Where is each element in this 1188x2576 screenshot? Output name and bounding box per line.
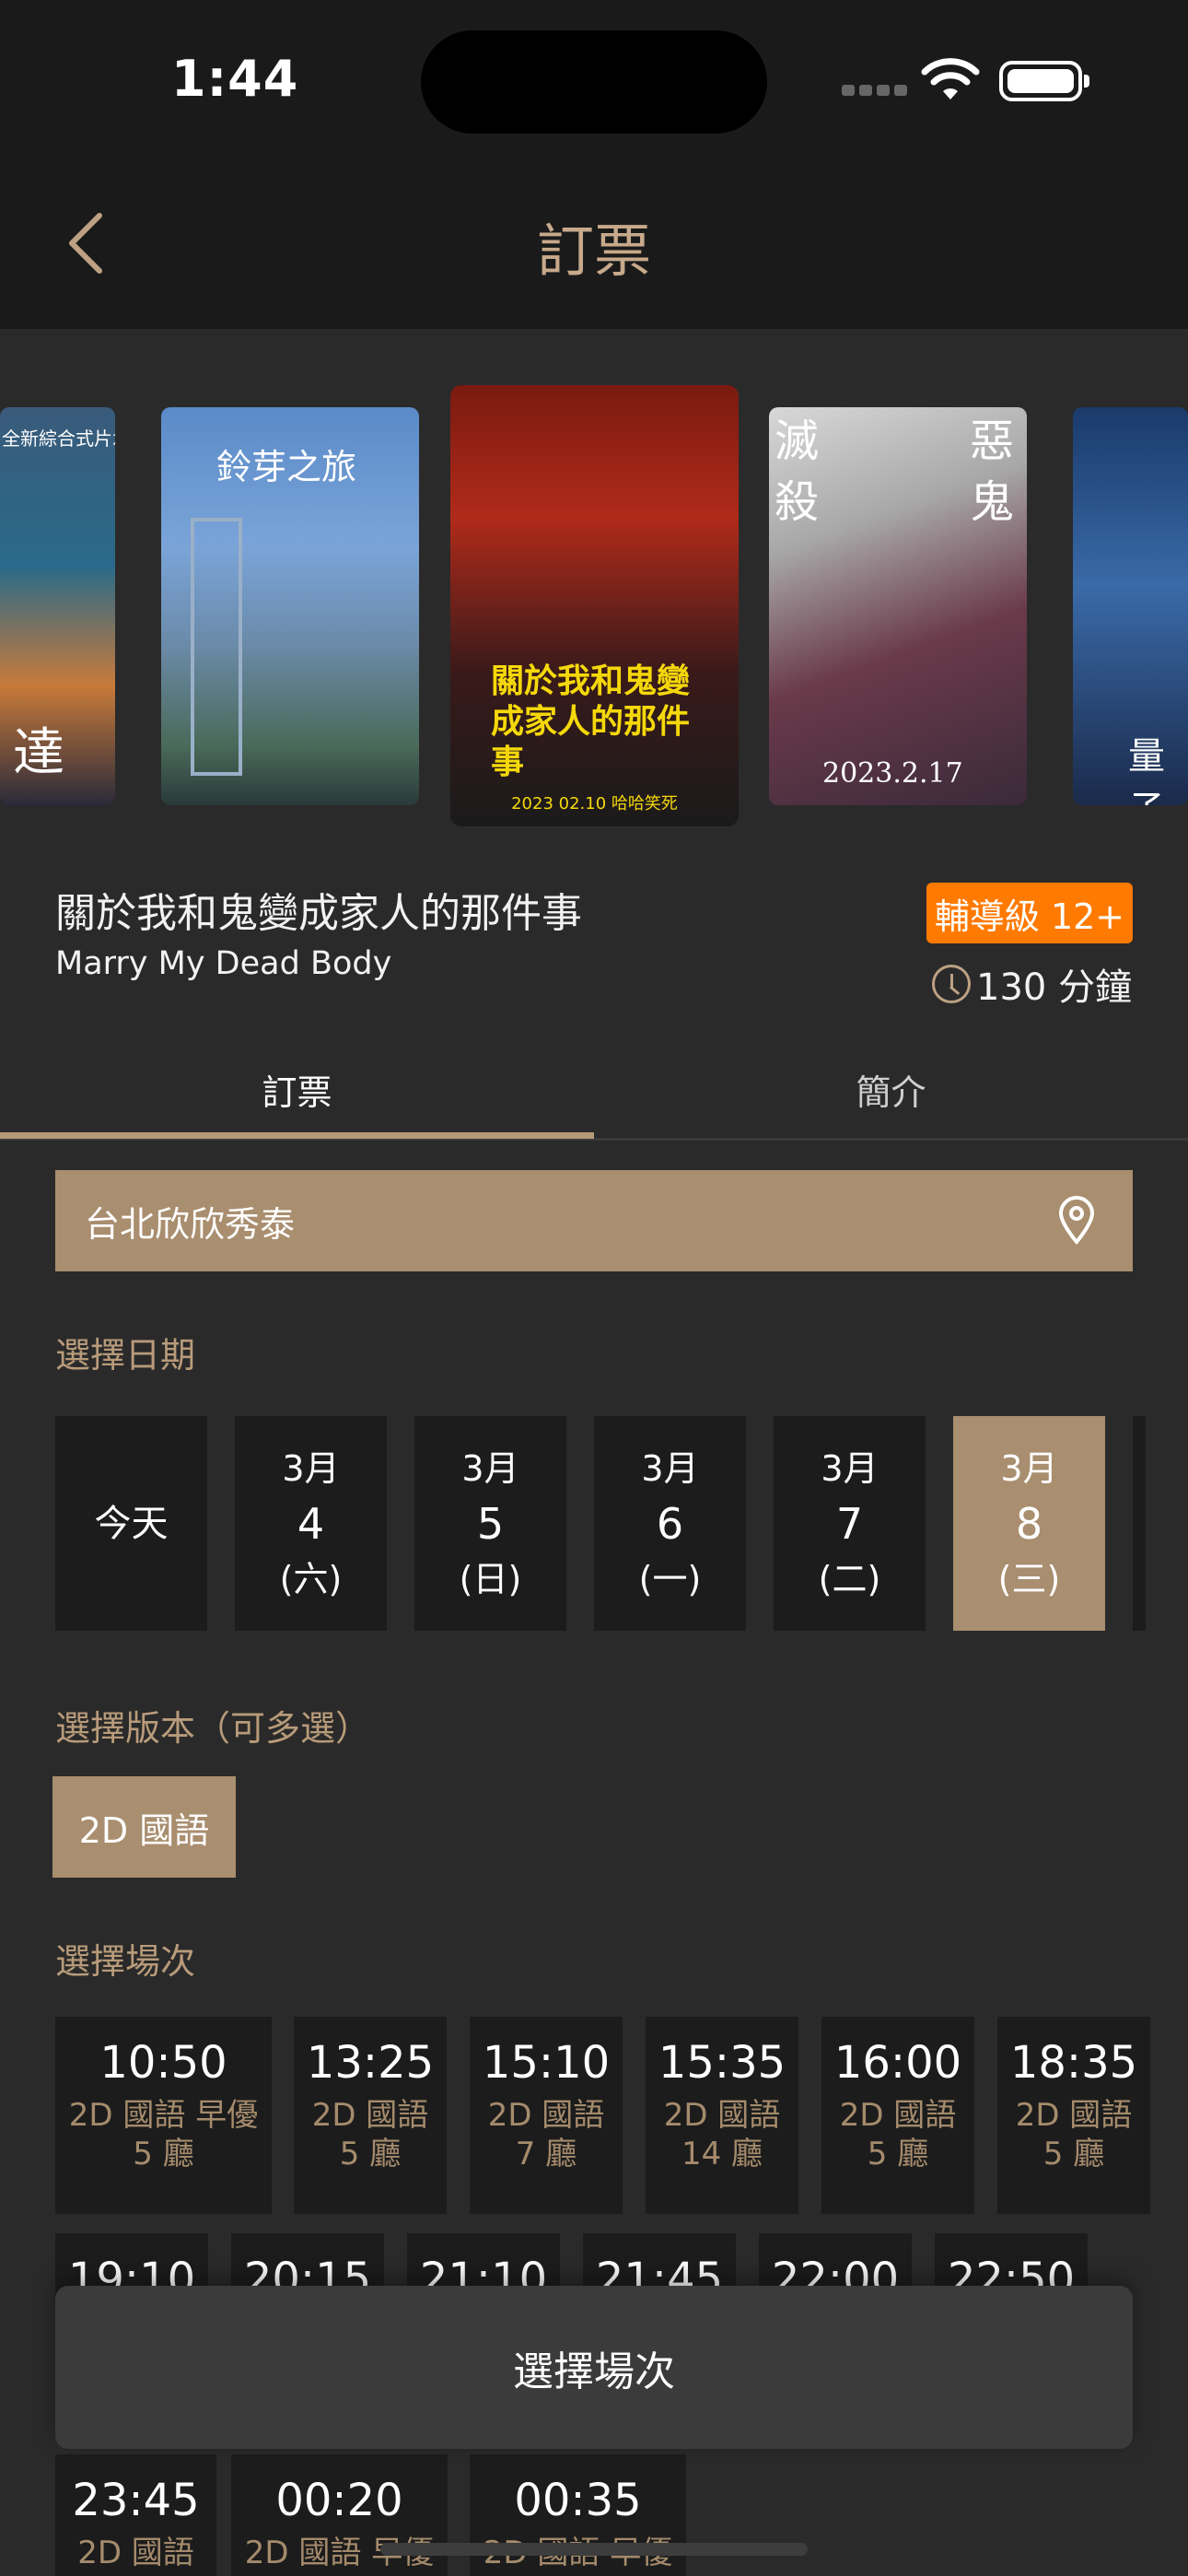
showtime-version: 2D 國語 (1015, 2097, 1133, 2134)
battery-icon (999, 61, 1089, 101)
home-indicator[interactable] (380, 2543, 808, 2556)
showtime-hall: 5 廳 (339, 2136, 402, 2172)
status-time: 1:44 (171, 50, 299, 108)
location-pin-icon[interactable] (1057, 1196, 1096, 1246)
date-option[interactable]: 3月 4 (六) (235, 1416, 387, 1631)
showtime-1535[interactable]: 15:35 2D 國語 14 廳 (646, 2017, 798, 2214)
wifi-icon (921, 58, 980, 100)
date-day: 7 (835, 1498, 864, 1549)
movie-duration: 130 分鐘 (932, 958, 1132, 1010)
section-date-label: 選擇日期 (55, 1335, 196, 1376)
date-day: 8 (1015, 1498, 1043, 1549)
poster-suzume-door (191, 518, 242, 776)
showtime-time: 10:50 (99, 2037, 227, 2089)
date-day: 6 (656, 1498, 684, 1549)
poster-avatar[interactable]: 全新綜合式片水世界 達 (0, 407, 115, 805)
showtime-hall: 5 廳 (867, 2136, 929, 2172)
showtime-time: 15:35 (658, 2037, 786, 2089)
date-today-label: 今天 (94, 1502, 169, 1545)
tab-indicator (0, 1132, 594, 1139)
date-weekday: (三) (997, 1558, 1061, 1599)
section-version-label: 選擇版本（可多選） (55, 1708, 371, 1749)
tab-booking[interactable]: 訂票 (0, 1041, 594, 1137)
poster-antman[interactable]: 量子 (1073, 407, 1188, 805)
showtime-time: 23:45 (72, 2475, 200, 2526)
cinema-selector[interactable]: 台北欣欣秀泰 (55, 1170, 1133, 1271)
showtime-2345[interactable]: 23:45 2D 國語 (55, 2454, 216, 2576)
poster-demon-slayer-right: 惡鬼 (970, 416, 1015, 528)
date-month: 3月 (461, 1447, 519, 1489)
date-weekday: (六) (279, 1558, 343, 1599)
showtime-version: 2D 國語 (487, 2097, 605, 2134)
date-option-clipped[interactable] (1133, 1416, 1146, 1631)
poster-avatar-title: 達 (13, 723, 64, 783)
poster-demon-slayer[interactable]: 滅殺 惡鬼 2023.2.17 (769, 407, 1027, 805)
movie-english-title: Marry My Dead Body (55, 945, 392, 982)
date-today[interactable]: 今天 (55, 1416, 207, 1631)
showtime-hall: 14 廳 (681, 2136, 763, 2172)
showtime-0035[interactable]: 00:35 2D 國語 早優 (470, 2454, 686, 2576)
date-month: 3月 (282, 1447, 340, 1489)
date-day: 4 (297, 1498, 325, 1549)
rating-badge: 輔導級 12+ (926, 883, 1133, 943)
movie-title: 關於我和鬼變成家人的那件事 (55, 890, 582, 937)
showtime-version: 2D 國語 (311, 2097, 429, 2134)
poster-suzume-title: 鈴芽之旅 (216, 447, 357, 487)
date-option[interactable]: 3月 7 (二) (774, 1416, 926, 1631)
date-option-selected[interactable]: 3月 8 (三) (953, 1416, 1105, 1631)
showtime-version: 2D 國語 (77, 2535, 194, 2571)
showtime-1510[interactable]: 15:10 2D 國語 7 廳 (470, 2017, 623, 2214)
section-showtime-label: 選擇場次 (55, 1941, 196, 1982)
poster-marry-my-dead-body[interactable]: 關於我和鬼變成家人的那件事 2023 02.10 哈哈笑死 (450, 385, 739, 826)
showtime-1600[interactable]: 16:00 2D 國語 5 廳 (821, 2017, 974, 2214)
showtime-hall: 5 廳 (133, 2136, 194, 2172)
showtime-hall: 7 廳 (515, 2136, 577, 2172)
showtime-0020[interactable]: 00:20 2D 國語 早優 (231, 2454, 448, 2576)
poster-main-date: 2023 02.10 哈哈笑死 (511, 794, 678, 814)
showtime-time: 18:35 (1009, 2037, 1138, 2089)
date-month: 3月 (1000, 1447, 1058, 1489)
select-showtime-button[interactable]: 選擇場次 (55, 2286, 1133, 2449)
date-option[interactable]: 3月 5 (日) (414, 1416, 566, 1631)
showtime-time: 13:25 (306, 2037, 435, 2089)
version-2d-mandarin[interactable]: 2D 國語 (52, 1776, 236, 1878)
clock-icon (932, 965, 971, 1003)
dynamic-island (421, 30, 767, 134)
tab-intro[interactable]: 簡介 (594, 1041, 1188, 1137)
date-option[interactable]: 3月 6 (一) (594, 1416, 746, 1631)
page-title: 訂票 (536, 217, 651, 285)
date-day: 5 (476, 1498, 505, 1549)
showtime-1835[interactable]: 18:35 2D 國語 5 廳 (997, 2017, 1150, 2214)
date-weekday: (日) (459, 1558, 522, 1599)
date-weekday: (二) (818, 1558, 881, 1599)
cellular-signal-icon (842, 85, 908, 96)
cinema-name: 台北欣欣秀泰 (85, 1203, 296, 1245)
showtime-1050[interactable]: 10:50 2D 國語 早優 5 廳 (55, 2017, 272, 2214)
poster-suzume[interactable]: 鈴芽之旅 (161, 407, 419, 805)
poster-avatar-tagline: 全新綜合式片水世界 (2, 427, 115, 450)
showtime-version: 2D 國語 (663, 2097, 781, 2134)
showtime-time: 00:20 (275, 2475, 403, 2526)
date-month: 3月 (821, 1447, 879, 1489)
showtime-version: 2D 國語 (839, 2097, 957, 2134)
showtime-time: 00:35 (514, 2475, 642, 2526)
poster-demon-slayer-date: 2023.2.17 (822, 757, 963, 790)
showtime-1325[interactable]: 13:25 2D 國語 5 廳 (294, 2017, 447, 2214)
date-month: 3月 (641, 1447, 699, 1489)
date-weekday: (一) (638, 1558, 702, 1599)
duration-label: 130 分鐘 (976, 966, 1133, 1009)
showtime-version: 2D 國語 早優 (68, 2097, 259, 2134)
showtime-time: 16:00 (833, 2037, 962, 2089)
poster-main-title: 關於我和鬼變成家人的那件事 (491, 662, 691, 781)
showtime-time: 15:10 (482, 2037, 611, 2089)
poster-demon-slayer-left: 滅殺 (775, 416, 820, 528)
showtime-hall: 5 廳 (1042, 2136, 1105, 2172)
poster-antman-title: 量子 (1128, 735, 1165, 805)
